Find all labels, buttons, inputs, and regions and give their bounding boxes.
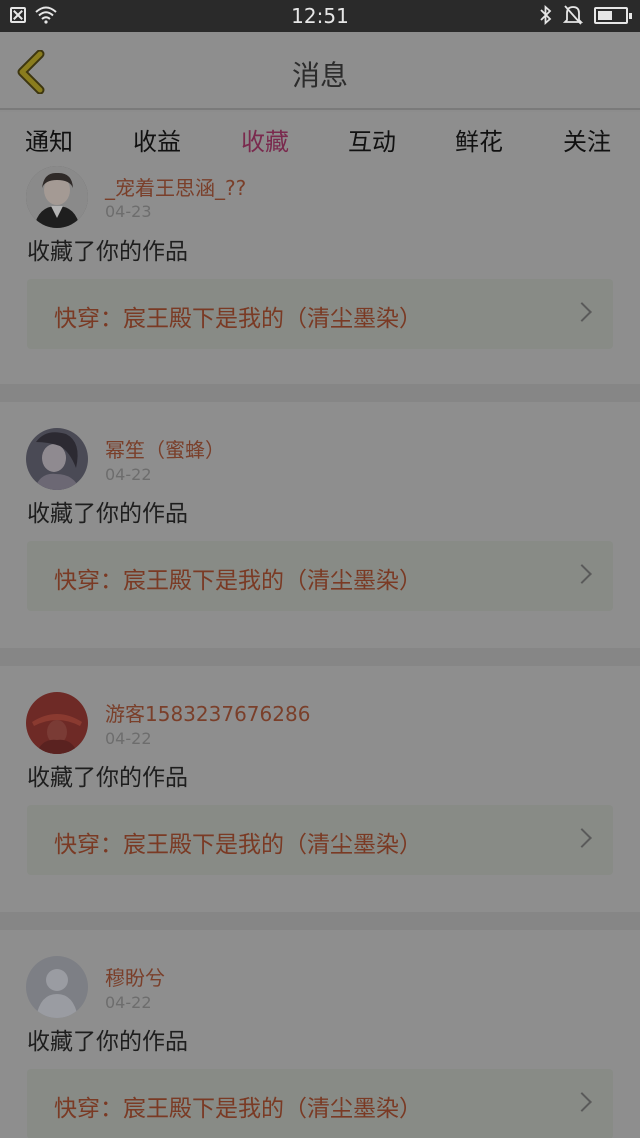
tab-earnings[interactable]: 收益 [133,122,181,157]
message-date: 04-22 [105,993,152,1012]
work-link[interactable]: 快穿：宸王殿下是我的（清尘墨染） [27,805,613,875]
username[interactable]: 穆盼兮 [105,962,165,991]
divider [0,648,640,666]
avatar[interactable] [26,166,88,228]
message-card: _宠着王思涵_?? 04-23 收藏了你的作品 快穿：宸王殿下是我的（清尘墨染） [0,154,640,384]
bell-muted-icon [563,5,583,25]
work-title: 快穿：宸王殿下是我的（清尘墨染） [54,306,422,332]
avatar[interactable] [26,428,88,490]
avatar-placeholder-icon[interactable] [26,956,88,1018]
screen: 12:51 消息 通知 收益 收藏 互动 鲜花 关注 _宠着王思涵_?? 04-… [0,0,640,1138]
divider [0,384,640,402]
work-title: 快穿：宸王殿下是我的（清尘墨染） [54,1096,422,1122]
work-link[interactable]: 快穿：宸王殿下是我的（清尘墨染） [27,279,613,349]
battery-icon [594,7,632,24]
work-title: 快穿：宸王殿下是我的（清尘墨染） [54,832,422,858]
message-date: 04-22 [105,465,152,484]
work-link[interactable]: 快穿：宸王殿下是我的（清尘墨染） [27,1069,613,1138]
tab-favorites[interactable]: 收藏 [241,122,289,157]
message-list: _宠着王思涵_?? 04-23 收藏了你的作品 快穿：宸王殿下是我的（清尘墨染）… [0,154,640,1138]
divider [0,912,640,930]
username[interactable]: 游客1583237676286 [105,698,310,727]
status-bar: 12:51 [0,0,640,32]
tab-interactions[interactable]: 互动 [348,122,396,157]
chevron-right-icon [572,564,592,584]
message-date: 04-23 [105,202,152,221]
action-text: 收藏了你的作品 [27,239,188,265]
chevron-right-icon [572,302,592,322]
page-title: 消息 [291,59,348,92]
bluetooth-icon [540,4,552,26]
message-date: 04-22 [105,729,152,748]
tab-follows[interactable]: 关注 [563,122,611,157]
chevron-right-icon [572,828,592,848]
action-text: 收藏了你的作品 [27,501,188,527]
action-text: 收藏了你的作品 [27,1029,188,1055]
avatar[interactable] [26,692,88,754]
navigation-bar: 消息 [0,32,640,110]
message-card: 穆盼兮 04-22 收藏了你的作品 快穿：宸王殿下是我的（清尘墨染） [0,930,640,1138]
tab-notifications[interactable]: 通知 [25,122,73,157]
work-link[interactable]: 快穿：宸王殿下是我的（清尘墨染） [27,541,613,611]
username[interactable]: 幂笙（蜜蜂） [105,434,225,463]
message-card: 游客1583237676286 04-22 收藏了你的作品 快穿：宸王殿下是我的… [0,666,640,912]
username[interactable]: _宠着王思涵_?? [105,172,246,201]
message-card: 幂笙（蜜蜂） 04-22 收藏了你的作品 快穿：宸王殿下是我的（清尘墨染） [0,402,640,648]
chevron-right-icon [572,1092,592,1112]
action-text: 收藏了你的作品 [27,765,188,791]
tab-flowers[interactable]: 鲜花 [455,122,503,157]
work-title: 快穿：宸王殿下是我的（清尘墨染） [54,568,422,594]
